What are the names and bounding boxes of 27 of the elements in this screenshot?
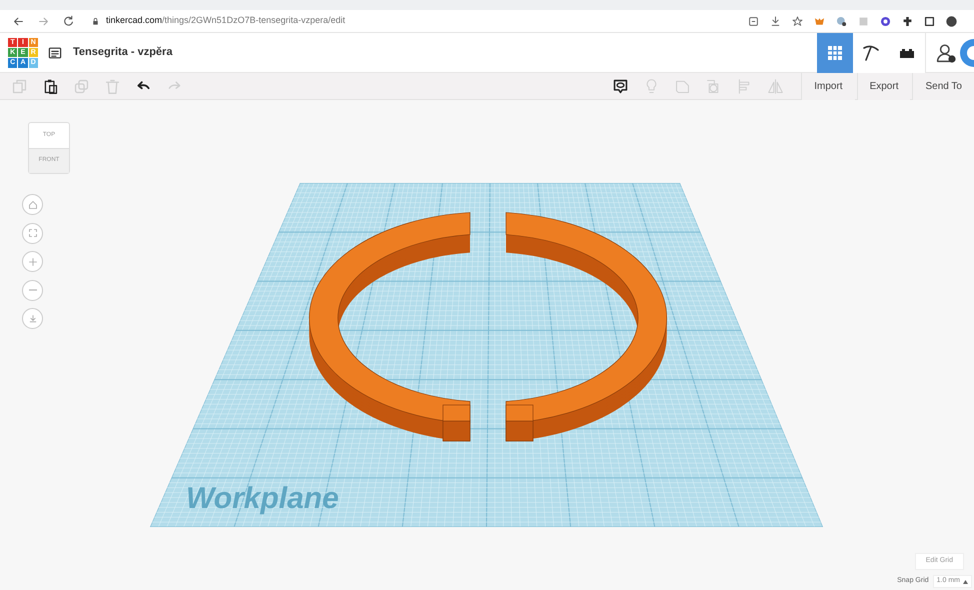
copy-icon (11, 78, 28, 94)
toolbar-action-button[interactable]: Send To (912, 72, 974, 100)
fit-view-button[interactable] (22, 222, 43, 244)
mirror-icon (767, 78, 784, 94)
design-title[interactable]: Tensegrita - vzpěra (73, 44, 172, 61)
paste-icon (42, 78, 59, 94)
pickaxe-icon (861, 42, 881, 62)
back-icon[interactable] (12, 14, 25, 28)
lock-icon (91, 16, 100, 26)
address-bar[interactable]: tinkercad.com/things/2GWn51DzO7B-tensegrita-vzpera/edit (87, 12, 735, 30)
toolbar-action-button[interactable]: Export (856, 72, 910, 100)
toolbar-action-button[interactable]: Import (801, 72, 855, 100)
sidebar-icon[interactable] (923, 14, 936, 28)
forward-icon[interactable] (37, 14, 50, 28)
home-button[interactable] (22, 194, 43, 215)
perspective-button[interactable] (22, 308, 43, 329)
delete-icon (104, 78, 121, 94)
url-text: tinkercad.com/things/2GWn51DzO7B-tensegrita-vzpera/edit (106, 14, 346, 28)
profile-icon[interactable] (945, 14, 958, 28)
star-icon[interactable] (791, 14, 804, 28)
workplane-label: Workplane (186, 482, 339, 515)
reload-icon[interactable] (62, 14, 75, 28)
design-list-icon[interactable] (47, 44, 63, 60)
note-icon (612, 78, 630, 94)
zoom-in-button[interactable] (22, 251, 43, 272)
duplicate-icon (73, 78, 90, 94)
caret-icon (963, 580, 968, 584)
